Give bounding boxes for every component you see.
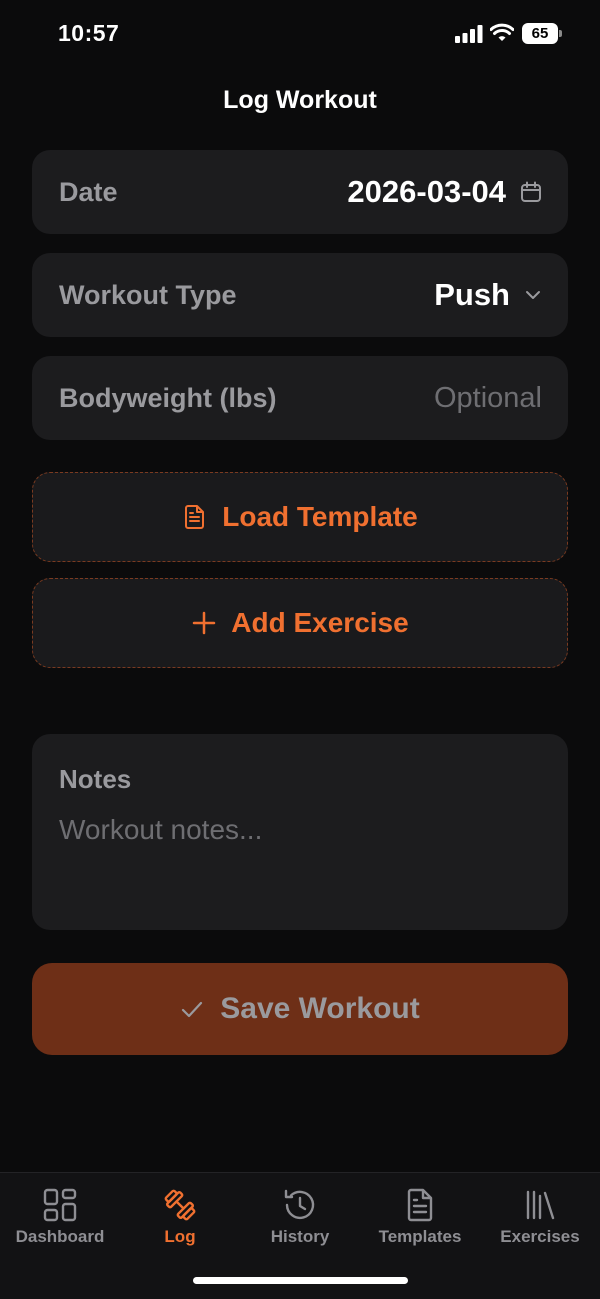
status-bar: 10:57 65: [0, 0, 600, 70]
add-exercise-button[interactable]: Add Exercise: [32, 578, 568, 668]
bodyweight-field[interactable]: Bodyweight (lbs): [32, 356, 568, 440]
tab-label: Log: [164, 1227, 196, 1246]
tab-label: Exercises: [500, 1227, 580, 1246]
tab-history[interactable]: History: [240, 1173, 360, 1263]
document-icon: [407, 1188, 433, 1222]
tab-dashboard[interactable]: Dashboard: [0, 1173, 120, 1263]
library-icon: [526, 1190, 555, 1220]
dashboard-grid-icon: [43, 1188, 77, 1222]
battery-icon: 65: [522, 23, 562, 44]
save-workout-label: Save Workout: [220, 992, 420, 1025]
tab-label: History: [270, 1227, 330, 1246]
log-workout-screen: 10:57 65 Log Workout Date 2026-03-04 Wor…: [0, 0, 600, 1299]
date-value: 2026-03-04: [347, 174, 506, 209]
load-template-button[interactable]: Load Template: [32, 472, 568, 562]
workout-type-field[interactable]: Workout Type Push: [32, 253, 568, 337]
date-field[interactable]: Date 2026-03-04: [32, 150, 568, 234]
workout-type-label: Workout Type: [59, 279, 237, 310]
document-icon: [185, 505, 205, 529]
workout-type-value: Push: [434, 277, 510, 312]
tab-label: Dashboard: [15, 1227, 105, 1246]
plus-icon: [193, 611, 216, 635]
date-label: Date: [59, 176, 118, 207]
page-title: Log Workout: [223, 86, 377, 114]
notes-input[interactable]: [59, 814, 539, 910]
date-value-group[interactable]: 2026-03-04: [347, 150, 542, 234]
dumbbell-icon: [164, 1189, 196, 1221]
wifi-icon: [490, 23, 514, 41]
tab-templates[interactable]: Templates: [360, 1173, 480, 1263]
battery-level: 65: [522, 23, 558, 44]
cellular-signal-icon: [455, 25, 483, 43]
workout-type-select[interactable]: Push: [434, 253, 542, 337]
status-time: 10:57: [58, 20, 120, 46]
notes-label: Notes: [59, 764, 132, 794]
add-exercise-label: Add Exercise: [231, 607, 409, 638]
home-indicator: [193, 1277, 408, 1284]
bodyweight-label: Bodyweight (lbs): [59, 382, 277, 413]
calendar-icon: [521, 181, 541, 202]
load-template-label: Load Template: [222, 501, 418, 532]
notes-card: Notes: [32, 734, 568, 930]
tab-log[interactable]: Log: [120, 1173, 240, 1263]
tab-label: Templates: [378, 1227, 462, 1246]
tab-exercises[interactable]: Exercises: [480, 1173, 600, 1263]
chevron-down-icon: [526, 291, 540, 299]
checkmark-icon: [182, 1001, 203, 1018]
bodyweight-input[interactable]: [322, 356, 542, 440]
save-workout-button[interactable]: Save Workout: [32, 963, 568, 1055]
history-icon: [284, 1189, 315, 1220]
